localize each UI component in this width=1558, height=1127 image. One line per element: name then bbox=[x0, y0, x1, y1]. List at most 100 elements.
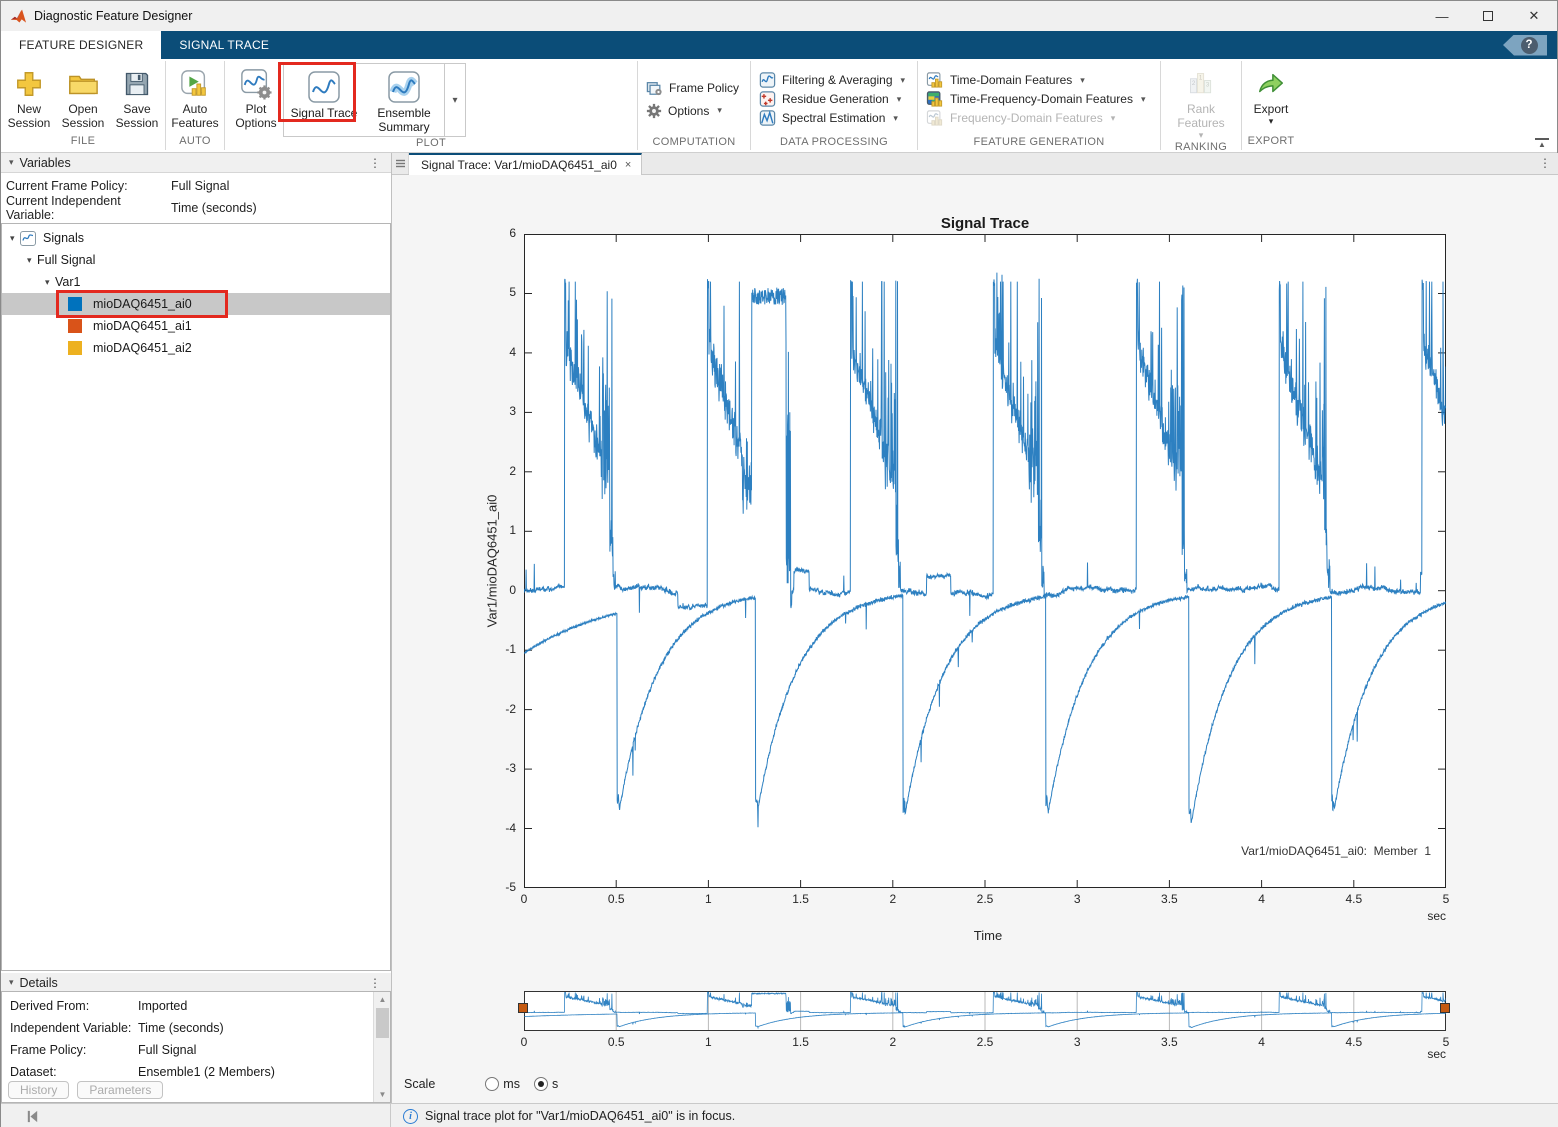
plot-gallery-dropdown[interactable]: ▾ bbox=[445, 63, 466, 137]
frame-policy-icon bbox=[646, 80, 663, 96]
tree-node-signals[interactable]: ▾ Signals bbox=[2, 227, 390, 249]
variables-panel-header[interactable]: ▾ Variables ⋮ bbox=[1, 153, 391, 173]
rank-features-button[interactable]: 213 Rank Features ▾ bbox=[1174, 62, 1228, 141]
x-tick-label: 2.5 bbox=[963, 892, 1007, 906]
help-button[interactable]: ? bbox=[1503, 35, 1547, 56]
matlab-logo-icon bbox=[10, 8, 27, 25]
signal-color-swatch bbox=[68, 319, 82, 333]
toolstrip-tabbar: FEATURE DESIGNER SIGNAL TRACE ? bbox=[1, 31, 1557, 59]
panner-tick-label: 3.5 bbox=[1147, 1035, 1191, 1049]
y-tick-label: -2 bbox=[482, 702, 516, 716]
tab-signal-trace[interactable]: SIGNAL TRACE bbox=[161, 31, 287, 59]
scroll-up-icon[interactable]: ▲ bbox=[374, 992, 391, 1007]
details-scrollbar[interactable]: ▲ ▼ bbox=[373, 992, 390, 1102]
chevron-down-icon: ▾ bbox=[1080, 75, 1085, 86]
panner-tick-label: 2.5 bbox=[963, 1035, 1007, 1049]
tree-item-miodaq6451-ai1[interactable]: mioDAQ6451_ai1 bbox=[2, 315, 390, 337]
y-tick-label: 2 bbox=[482, 464, 516, 478]
member-annotation: Var1/mioDAQ6451_ai0: Member 1 bbox=[1241, 844, 1431, 858]
history-button[interactable]: History bbox=[8, 1081, 69, 1099]
tree-item-miodaq6451-ai0[interactable]: mioDAQ6451_ai0 bbox=[2, 293, 390, 315]
x-tick-label: 0 bbox=[502, 892, 546, 906]
time-domain-features-button[interactable]: Time-Domain Features ▾ bbox=[926, 72, 1145, 88]
x-tick-label: 4.5 bbox=[1332, 892, 1376, 906]
panner[interactable]: 00.511.522.533.544.55 bbox=[524, 991, 1446, 1031]
chevron-down-icon: ▾ bbox=[897, 94, 902, 105]
details-panel-header[interactable]: ▾ Details ⋮ bbox=[1, 973, 391, 993]
svg-text:2: 2 bbox=[1192, 80, 1196, 87]
frequency-domain-features-icon bbox=[926, 110, 944, 126]
y-tick-label: -5 bbox=[482, 880, 516, 894]
tree-item-miodaq6451-ai2[interactable]: mioDAQ6451_ai2 bbox=[2, 337, 390, 359]
panner-tick-label: 4.5 bbox=[1332, 1035, 1376, 1049]
tabbar-menu-icon[interactable]: ⋮ bbox=[1539, 156, 1551, 170]
signal-trace-button[interactable]: Signal Trace bbox=[284, 64, 364, 136]
scroll-down-icon[interactable]: ▼ bbox=[374, 1087, 391, 1102]
frame-policy-button[interactable]: Frame Policy bbox=[646, 80, 739, 96]
x-tick-label: 3.5 bbox=[1147, 892, 1191, 906]
collapse-ribbon-icon: ▲ bbox=[1538, 140, 1546, 149]
panner-right-handle[interactable] bbox=[1440, 1003, 1450, 1013]
residue-generation-button[interactable]: Residue Generation ▾ bbox=[759, 91, 905, 107]
computation-options-button[interactable]: Options ▾ bbox=[646, 103, 739, 119]
ribbon-collapse-button[interactable]: ▲ bbox=[1535, 138, 1549, 149]
time-frequency-domain-features-icon bbox=[926, 91, 944, 107]
variables-menu-icon[interactable]: ⋮ bbox=[369, 156, 381, 170]
new-session-button[interactable]: New Session bbox=[2, 62, 56, 130]
section-label-feature-generation: FEATURE GENERATION bbox=[918, 136, 1160, 152]
parameters-button[interactable]: Parameters bbox=[77, 1081, 163, 1099]
export-button[interactable]: Export ▾ bbox=[1244, 62, 1298, 127]
collapse-panel-icon[interactable] bbox=[25, 1109, 40, 1124]
spectral-estimation-button[interactable]: Spectral Estimation ▾ bbox=[759, 110, 905, 126]
variables-tree: ▾ Signals ▾ Full Signal ▾ Var1 mioDAQ645 bbox=[1, 223, 391, 971]
current-independent-variable-row: Current Independent Variable: Time (seco… bbox=[6, 197, 386, 219]
save-session-button[interactable]: Save Session bbox=[110, 62, 164, 130]
section-label-data-processing: DATA PROCESSING bbox=[751, 136, 917, 152]
tab-feature-designer[interactable]: FEATURE DESIGNER bbox=[1, 31, 161, 59]
auto-features-icon bbox=[180, 66, 210, 102]
tree-node-var1[interactable]: ▾ Var1 bbox=[2, 271, 390, 293]
titlebar: Diagnostic Feature Designer — ✕ bbox=[1, 1, 1557, 31]
maximize-icon bbox=[1483, 11, 1493, 21]
svg-text:3: 3 bbox=[1206, 82, 1210, 89]
chevron-down-icon: ▾ bbox=[1111, 113, 1116, 124]
maximize-button[interactable] bbox=[1465, 1, 1511, 31]
tree-node-full-signal[interactable]: ▾ Full Signal bbox=[2, 249, 390, 271]
panner-left-handle[interactable] bbox=[518, 1003, 528, 1013]
frequency-domain-features-button[interactable]: Frequency-Domain Features ▾ bbox=[926, 110, 1145, 126]
panner-tick-label: 0.5 bbox=[594, 1035, 638, 1049]
expand-triangle-icon[interactable]: ▾ bbox=[10, 233, 20, 244]
minimize-button[interactable]: — bbox=[1419, 1, 1465, 31]
window-title: Diagnostic Feature Designer bbox=[34, 9, 192, 23]
dock-grip-icon[interactable] bbox=[392, 153, 409, 174]
auto-features-button[interactable]: Auto Features bbox=[168, 62, 222, 130]
signal-trace-axes[interactable]: Var1/mioDAQ6451_ai0: Member 1 00.511.522… bbox=[524, 234, 1446, 888]
scale-ms-radio[interactable] bbox=[485, 1077, 499, 1091]
plot-options-button[interactable]: Plot Options bbox=[229, 62, 283, 130]
plot-gallery: Signal Trace Ensemble Summary bbox=[283, 63, 445, 137]
filtering-averaging-button[interactable]: Filtering & Averaging ▾ bbox=[759, 72, 905, 88]
section-label-ranking: RANKING bbox=[1161, 141, 1241, 153]
scale-s-radio[interactable] bbox=[534, 1077, 548, 1091]
close-tab-icon[interactable]: × bbox=[625, 159, 631, 171]
x-tick-label: 1 bbox=[686, 892, 730, 906]
close-icon: ✕ bbox=[1529, 8, 1540, 24]
time-frequency-domain-features-button[interactable]: Time-Frequency-Domain Features ▾ bbox=[926, 91, 1145, 107]
signal-trace-document-tab[interactable]: Signal Trace: Var1/mioDAQ6451_ai0 × bbox=[409, 153, 642, 175]
chevron-down-icon: ▾ bbox=[1199, 130, 1204, 141]
expand-triangle-icon[interactable]: ▾ bbox=[45, 277, 55, 288]
left-panel: ▾ Variables ⋮ Current Frame Policy: Full… bbox=[1, 153, 391, 1103]
close-button[interactable]: ✕ bbox=[1511, 1, 1557, 31]
details-menu-icon[interactable]: ⋮ bbox=[369, 976, 381, 990]
ensemble-summary-button[interactable]: Ensemble Summary bbox=[364, 64, 444, 136]
rank-features-icon: 213 bbox=[1187, 66, 1215, 102]
section-label-computation: COMPUTATION bbox=[638, 136, 750, 152]
y-tick-label: 6 bbox=[482, 226, 516, 240]
collapse-triangle-icon: ▾ bbox=[9, 157, 14, 168]
residue-generation-icon bbox=[759, 91, 776, 107]
scrollbar-thumb[interactable] bbox=[376, 1008, 389, 1038]
scale-row: Scale ms s bbox=[404, 1077, 558, 1091]
expand-triangle-icon[interactable]: ▾ bbox=[27, 255, 37, 266]
open-session-button[interactable]: Open Session bbox=[56, 62, 110, 130]
gear-icon bbox=[646, 103, 662, 119]
